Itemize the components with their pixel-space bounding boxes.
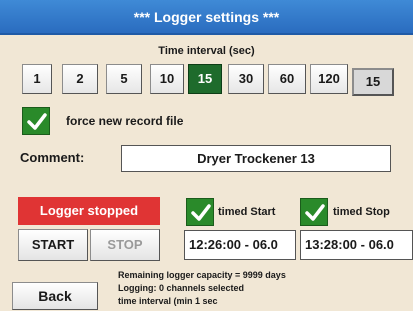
timed-start-checkbox[interactable]: [186, 198, 214, 226]
window-title: *** Logger settings ***: [133, 9, 280, 25]
timed-stop-label: timed Stop: [333, 206, 390, 218]
back-button[interactable]: Back: [12, 282, 98, 310]
timed-start-label: timed Start: [218, 206, 276, 218]
checkmark-icon: [27, 113, 47, 130]
interval-button-120[interactable]: 120: [310, 64, 348, 94]
stop-button[interactable]: STOP: [90, 229, 160, 261]
logger-status-badge: Logger stopped: [18, 197, 160, 225]
interval-button-60[interactable]: 60: [268, 64, 306, 94]
interval-button-10[interactable]: 10: [150, 64, 184, 94]
info-line-interval: time interval (min 1 sec: [118, 296, 218, 306]
info-line-capacity: Remaining logger capacity = 9999 days: [118, 270, 286, 280]
force-new-record-checkbox[interactable]: [22, 107, 50, 135]
interval-button-15[interactable]: 15: [188, 64, 222, 94]
current-interval-display: 15: [352, 68, 394, 96]
interval-button-5[interactable]: 5: [106, 64, 142, 94]
info-line-channels: Logging: 0 channels selected: [118, 283, 245, 293]
force-new-record-label: force new record file: [66, 114, 184, 128]
time-interval-label: Time interval (sec): [158, 45, 255, 57]
checkmark-icon: [191, 204, 211, 221]
interval-button-30[interactable]: 30: [228, 64, 264, 94]
timed-stop-checkbox[interactable]: [300, 198, 328, 226]
timed-stop-input[interactable]: 13:28:00 - 06.0: [300, 230, 413, 260]
interval-button-2[interactable]: 2: [62, 64, 98, 94]
checkmark-icon: [305, 204, 325, 221]
start-button[interactable]: START: [18, 229, 88, 261]
interval-button-1[interactable]: 1: [22, 64, 52, 94]
comment-label: Comment:: [20, 150, 85, 165]
timed-start-input[interactable]: 12:26:00 - 06.0: [184, 230, 296, 260]
comment-input[interactable]: Dryer Trockener 13: [121, 145, 391, 172]
